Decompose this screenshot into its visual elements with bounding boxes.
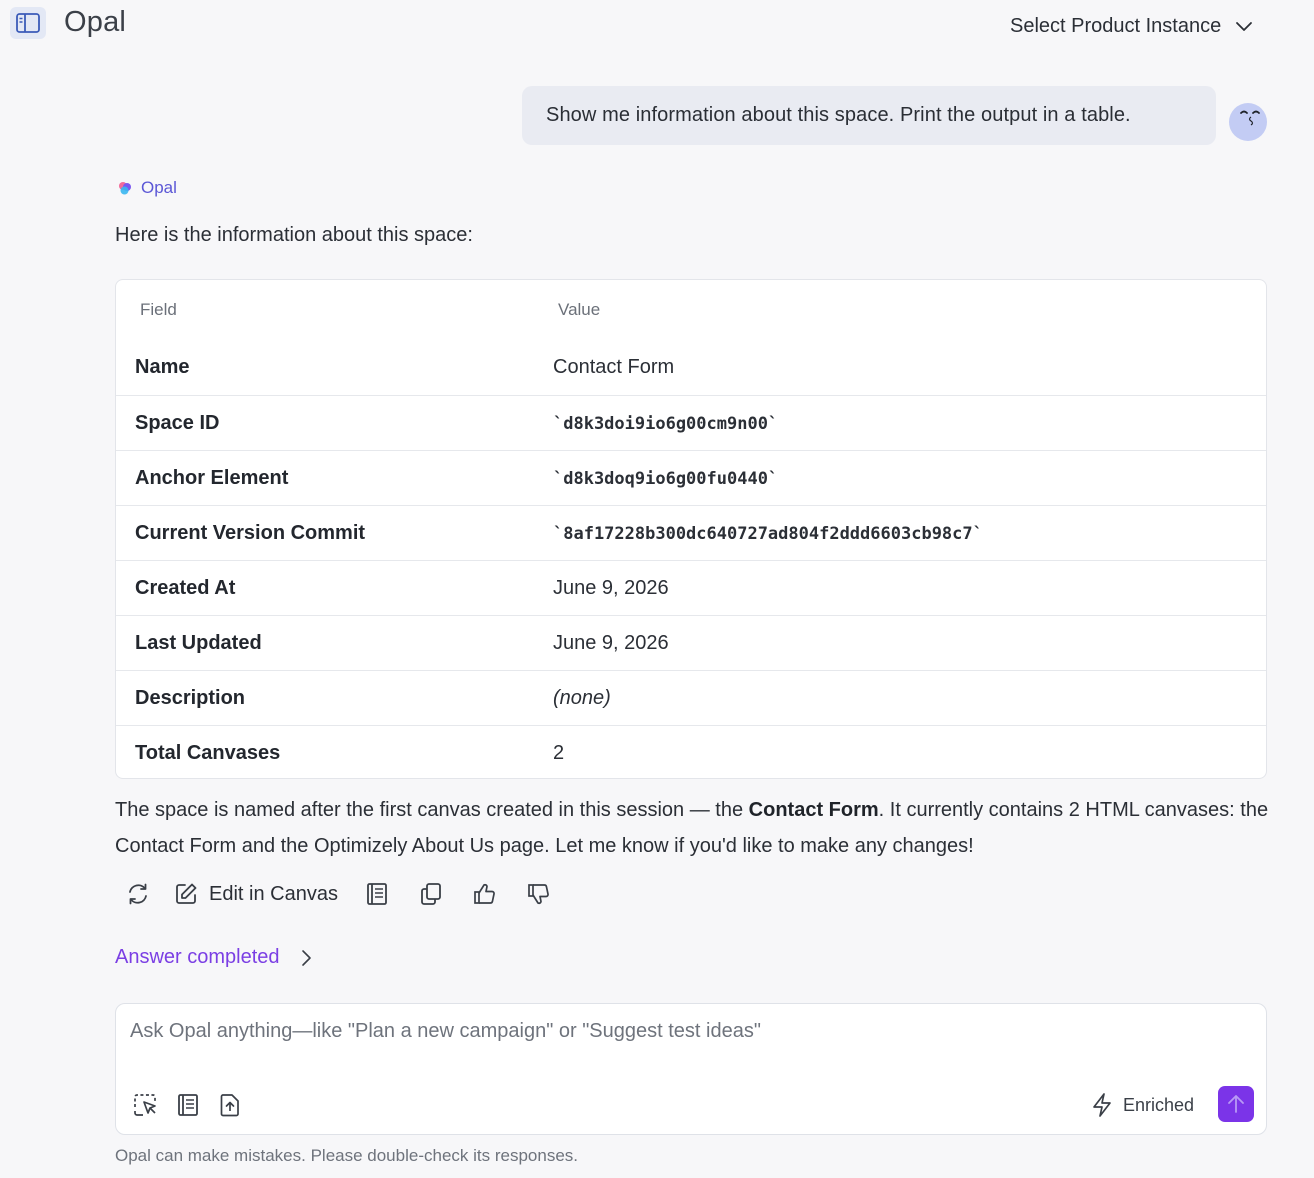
regenerate-icon [125,881,151,907]
answer-completed-toggle[interactable]: Answer completed [115,946,312,969]
table-cell-field: Name [135,356,190,378]
space-info-table: Field Value Name Contact Form Space ID `… [115,279,1267,779]
notebook-icon [364,881,390,907]
edit-in-canvas-button[interactable]: Edit in Canvas [161,874,350,914]
table-row: Space ID `d8k3doi9io6g00cm9n00` [116,395,1266,450]
table-cell-value: `8af17228b300dc640727ad804f2ddd6603cb98c… [553,523,983,544]
thumbs-up-button[interactable] [458,874,512,914]
table-cell-field: Description [135,687,246,709]
arrow-up-icon [1225,1093,1247,1115]
regenerate-button[interactable] [115,874,161,914]
avatar[interactable] [1229,103,1267,141]
summary-bold: Contact Form [748,799,879,821]
table-row: Current Version Commit `8af17228b300dc64… [116,505,1266,560]
file-upload-icon [217,1092,243,1118]
assistant-intro-text: Here is the information about this space… [115,224,473,246]
notebook-attach-button[interactable] [173,1090,203,1120]
chat-input[interactable] [128,1018,1252,1062]
table-cell-value: June 9, 2026 [553,577,669,599]
table-header-value: Value [558,300,601,319]
chevron-down-icon [1235,20,1253,32]
edit-icon [173,881,199,907]
chat-composer: Enriched [115,1003,1267,1135]
thumbs-down-icon [526,881,552,907]
table-header-field: Field [140,300,177,319]
table-cell-value: `d8k3doq9io6g00fu0440` [553,468,779,489]
table-row: Total Canvases 2 [116,725,1266,778]
table-row: Created At June 9, 2026 [116,560,1266,615]
copy-icon [418,881,444,907]
sidebar-toggle-button[interactable] [10,7,46,39]
assistant-name: Opal [141,178,177,197]
assistant-label: Opal [117,178,177,198]
notebook-button[interactable] [350,874,404,914]
table-row: Description (none) [116,670,1266,725]
send-button[interactable] [1218,1086,1254,1122]
opal-logo-icon [117,180,133,196]
table-cell-field: Last Updated [135,632,262,654]
chevron-right-icon [300,949,312,967]
table-cell-field: Current Version Commit [135,522,366,544]
disclaimer-text: Opal can make mistakes. Please double-ch… [115,1146,579,1165]
table-row: Name Contact Form [116,340,1266,395]
lightning-icon [1091,1092,1113,1118]
app-title: Opal [64,6,127,38]
user-message-bubble: Show me information about this space. Pr… [522,86,1216,145]
message-action-bar: Edit in Canvas [115,874,566,914]
edit-in-canvas-label: Edit in Canvas [209,882,338,905]
answer-completed-label: Answer completed [115,946,280,968]
enriched-label: Enriched [1122,1094,1194,1115]
summary-part-1: The space is named after the first canva… [115,799,749,821]
thumbs-up-icon [472,881,498,907]
notebook-icon [175,1092,201,1118]
thumbs-down-button[interactable] [512,874,566,914]
enriched-toggle[interactable]: Enriched [1091,1090,1194,1120]
table-cell-value: June 9, 2026 [553,632,669,654]
table-cell-field: Total Canvases [135,742,281,764]
user-message-text: Show me information about this space. Pr… [546,104,1131,126]
product-instance-select[interactable]: Select Product Instance [1010,12,1253,40]
table-row: Anchor Element `d8k3doq9io6g00fu0440` [116,450,1266,505]
upload-file-button[interactable] [215,1090,245,1120]
table-cell-value: `d8k3doi9io6g00cm9n00` [553,413,779,434]
table-cell-field: Anchor Element [135,467,289,489]
copy-button[interactable] [404,874,458,914]
assistant-summary-text: The space is named after the first canva… [115,792,1275,864]
table-row: Last Updated June 9, 2026 [116,615,1266,670]
sidebar-panel-icon [15,12,41,34]
cursor-select-icon [131,1091,159,1119]
select-element-button[interactable] [130,1090,160,1120]
table-cell-value: Contact Form [553,356,675,378]
table-cell-field: Space ID [135,412,220,434]
table-cell-value: 2 [553,742,565,764]
product-instance-label: Select Product Instance [1010,14,1222,37]
table-cell-field: Created At [135,577,236,599]
table-cell-value: (none) [553,687,611,709]
